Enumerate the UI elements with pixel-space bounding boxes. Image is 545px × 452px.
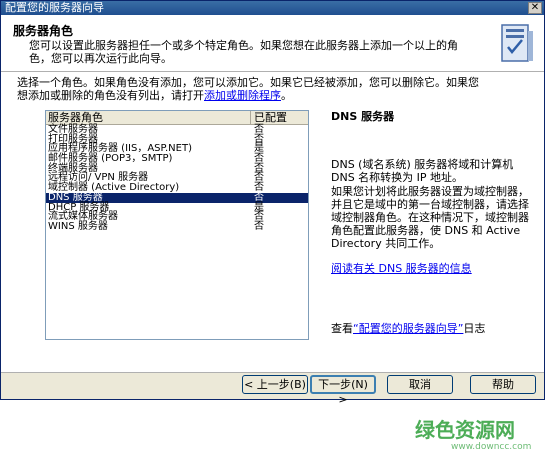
list-header: 服务器角色 已配置 bbox=[46, 111, 308, 125]
view-log-suffix: 日志 bbox=[463, 322, 486, 335]
view-log-text: 查看“配置您的服务器向导”日志 bbox=[331, 322, 531, 335]
list-rows: 文件服务器否打印服务器否应用程序服务器 (IIS，ASP.NET) 是邮件服务器 … bbox=[46, 125, 308, 232]
button-bar: < 上一步(B) 下一步(N) > 取消 帮助 bbox=[1, 373, 544, 406]
help-button[interactable]: 帮助 bbox=[470, 375, 536, 394]
intro-line1: 选择一个角色。如果角色没有添加，您可以添加它。如果它已经被添加，您可以删除它。如… bbox=[17, 76, 479, 89]
window-title: 配置您的服务器向导 bbox=[5, 1, 104, 14]
next-button[interactable]: 下一步(N) > bbox=[310, 375, 376, 406]
page-description-line2: 色，您可以再次运行此向导。 bbox=[29, 52, 172, 65]
wizard-log-link[interactable]: “配置您的服务器向导” bbox=[353, 322, 463, 335]
details-title: DNS 服务器 bbox=[331, 110, 395, 123]
add-remove-programs-link[interactable]: 添加或删除程序 bbox=[204, 89, 281, 102]
watermark-url: www.downcc.com bbox=[451, 442, 532, 452]
role-name: WINS 服务器 bbox=[48, 220, 108, 232]
list-item[interactable]: WINS 服务器 否 bbox=[46, 220, 308, 232]
title-bar: 配置您的服务器向导 ✕ bbox=[1, 1, 544, 15]
server-role-list[interactable]: 服务器角色 已配置 文件服务器否打印服务器否应用程序服务器 (IIS，ASP.N… bbox=[45, 110, 309, 340]
wizard-window: 配置您的服务器向导 ✕ 服务器角色 您可以设置此服务器担任一个或多个特定角色。如… bbox=[0, 0, 545, 452]
wizard-header: 服务器角色 您可以设置此服务器担任一个或多个特定角色。如果您想在此服务器上添加一… bbox=[1, 15, 544, 72]
intro-prefix: 想添加或删除的角色没有列出，请打开 bbox=[17, 89, 204, 102]
read-about-dns-link[interactable]: 阅读有关 DNS 服务器的信息 bbox=[331, 262, 472, 275]
column-header-role[interactable]: 服务器角色 bbox=[48, 111, 103, 124]
details-description: DNS (域名系统) 服务器将域和计算机 DNS 名称转换为 IP 地址。 bbox=[331, 158, 514, 184]
intro-line2: 想添加或删除的角色没有列出，请打开添加或删除程序。 bbox=[17, 89, 537, 102]
cancel-button[interactable]: 取消 bbox=[387, 375, 453, 394]
page-description: 您可以设置此服务器担任一个或多个特定角色。如果您想在此服务器上添加一个以上的角 … bbox=[29, 39, 469, 65]
page-description-line1: 您可以设置此服务器担任一个或多个特定角色。如果您想在此服务器上添加一个以上的角 bbox=[29, 39, 458, 52]
details-domain-controller-note: 如果您计划将此服务器设置为域控制器，并且它是域中的第一台域控制器，请选择域控制器… bbox=[331, 185, 529, 250]
close-icon[interactable]: ✕ bbox=[528, 2, 542, 14]
view-log-prefix: 查看 bbox=[331, 322, 353, 335]
back-button[interactable]: < 上一步(B) bbox=[242, 375, 308, 394]
intro-suffix: 。 bbox=[281, 89, 292, 102]
watermark: 绿色资源网 bbox=[415, 418, 515, 442]
wizard-content: 选择一个角色。如果角色没有添加，您可以添加它。如果它已经被添加，您可以删除它。如… bbox=[1, 72, 544, 452]
column-header-configured[interactable]: 已配置 bbox=[250, 111, 287, 124]
page-title: 服务器角色 bbox=[13, 24, 74, 38]
role-configured-status: 否 bbox=[254, 220, 264, 232]
intro-text: 选择一个角色。如果角色没有添加，您可以添加它。如果它已经被添加，您可以删除它。如… bbox=[17, 76, 537, 102]
server-wizard-icon bbox=[501, 24, 533, 62]
